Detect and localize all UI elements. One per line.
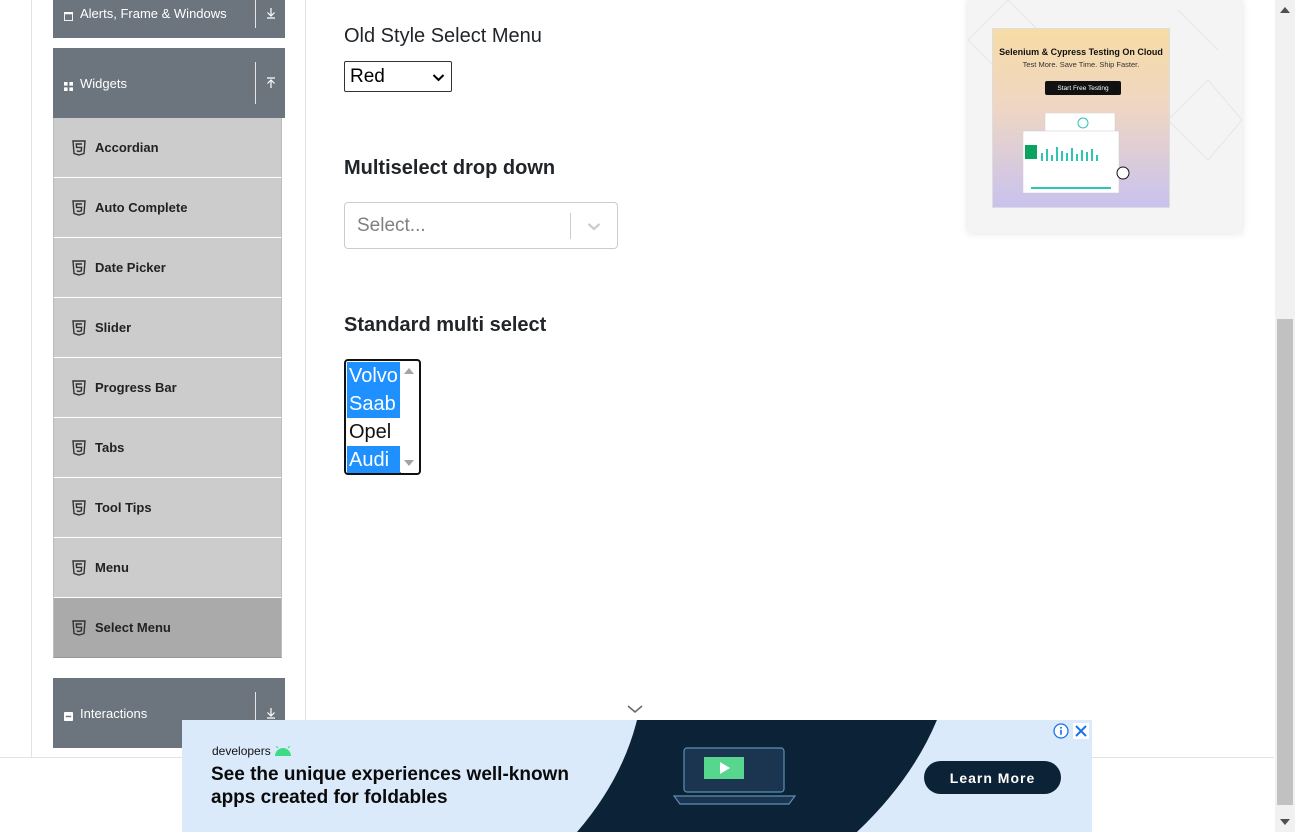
scroll-down-arrow-icon[interactable] (1280, 819, 1290, 825)
group-header-alerts[interactable]: Alerts, Frame & Windows (53, 0, 285, 38)
page-scrollbar[interactable] (1275, 0, 1295, 832)
html5-icon (72, 379, 86, 396)
sidebar-item-label: Auto Complete (95, 200, 188, 215)
sidebar-item-date-picker[interactable]: Date Picker (53, 238, 282, 298)
info-icon[interactable] (1053, 723, 1069, 739)
scrollbar-thumb[interactable] (1277, 319, 1293, 805)
expand-arrow-icon[interactable] (255, 0, 285, 28)
sidebar-item-menu[interactable]: Menu (53, 538, 282, 598)
dropdown-indicator[interactable] (571, 217, 617, 235)
sidebar-item-label: Progress Bar (95, 380, 177, 395)
scroll-up-arrow-icon[interactable] (404, 368, 414, 374)
listbox-scrollbar[interactable] (400, 362, 418, 472)
sidebar-item-tool-tips[interactable]: Tool Tips (53, 478, 282, 538)
scroll-down-arrow-icon[interactable] (404, 460, 414, 466)
group-header-widgets[interactable]: Widgets (53, 48, 285, 118)
scroll-up-arrow-icon[interactable] (1280, 7, 1290, 13)
chevron-down-icon (432, 74, 445, 82)
html5-icon (72, 319, 86, 336)
multiselect-dropdown[interactable]: Select... (344, 202, 618, 249)
option-volvo[interactable]: Volvo (347, 362, 401, 390)
sidebar-item-label: Date Picker (95, 260, 166, 275)
group-label-alerts: Alerts, Frame & Windows (80, 5, 227, 21)
group-label-interactions: Interactions (80, 705, 148, 721)
chevron-down-icon[interactable] (626, 703, 644, 715)
group-label-widgets: Widgets (80, 75, 127, 91)
ad-banner: Selenium & Cypress Testing On Cloud Test… (992, 28, 1170, 208)
standard-multiselect-heading: Standard multi select (344, 314, 547, 336)
sidebar-item-label: Tabs (95, 440, 125, 455)
standard-multi-select[interactable]: Volvo Saab Opel Audi (344, 359, 421, 475)
bottom-advertisement[interactable]: developers See the unique experiences we… (182, 720, 1092, 832)
right-advertisement[interactable]: Selenium & Cypress Testing On Cloud Test… (968, 0, 1242, 233)
option-opel[interactable]: Opel (347, 418, 401, 446)
ad-brand: developers (212, 744, 292, 758)
ad-headline: See the unique experiences well-known ap… (211, 764, 569, 808)
sidebar-item-label: Accordian (95, 140, 159, 155)
sidebar-item-auto-complete[interactable]: Auto Complete (53, 178, 282, 238)
sidebar-item-label: Slider (95, 320, 132, 335)
widgets-menu-list: Accordian Auto Complete Date Picker Slid… (53, 118, 282, 658)
ad-brand-label: developers (212, 744, 271, 758)
collapse-arrow-icon[interactable] (255, 62, 285, 104)
android-icon (274, 746, 291, 756)
html5-icon (72, 139, 86, 156)
window-icon (64, 9, 73, 21)
dashboard-illustration (1023, 113, 1130, 194)
old-style-select[interactable]: Red (344, 61, 452, 92)
sidebar-item-label: Tool Tips (95, 500, 152, 515)
html5-icon (72, 439, 86, 456)
ad-title: Selenium & Cypress Testing On Cloud (999, 47, 1163, 57)
sidebar-item-label: Menu (95, 560, 129, 575)
learn-more-button[interactable]: Learn More (924, 761, 1061, 794)
html5-icon (72, 559, 86, 576)
interactions-icon (64, 709, 73, 721)
option-audi[interactable]: Audi (347, 446, 401, 473)
sidebar-item-tabs[interactable]: Tabs (53, 418, 282, 478)
html5-icon (72, 199, 86, 216)
old-style-select-value: Red (350, 65, 385, 87)
sidebar-item-progress-bar[interactable]: Progress Bar (53, 358, 282, 418)
sidebar-item-accordian[interactable]: Accordian (53, 118, 282, 178)
option-saab[interactable]: Saab (347, 390, 401, 418)
html5-icon (72, 499, 86, 516)
chevron-down-icon (587, 222, 601, 230)
sidebar-item-label: Select Menu (95, 620, 171, 635)
foldable-device-illustration (672, 747, 797, 805)
page: Alerts, Frame & Windows Widgets Accordia… (0, 0, 1295, 832)
close-icon[interactable] (1073, 723, 1089, 739)
old-style-select-label: Old Style Select Menu (344, 25, 542, 47)
start-free-testing-button[interactable]: Start Free Testing (1045, 81, 1121, 95)
sidebar-item-select-menu[interactable]: Select Menu (53, 598, 282, 658)
ad-subtitle: Test More. Save Time. Ship Faster. (1022, 60, 1140, 69)
html5-icon (72, 259, 86, 276)
widgets-grid-icon (64, 79, 73, 91)
html5-icon (72, 619, 86, 636)
sidebar-item-slider[interactable]: Slider (53, 298, 282, 358)
multiselect-heading: Multiselect drop down (344, 157, 556, 179)
multiselect-placeholder: Select... (357, 214, 426, 236)
